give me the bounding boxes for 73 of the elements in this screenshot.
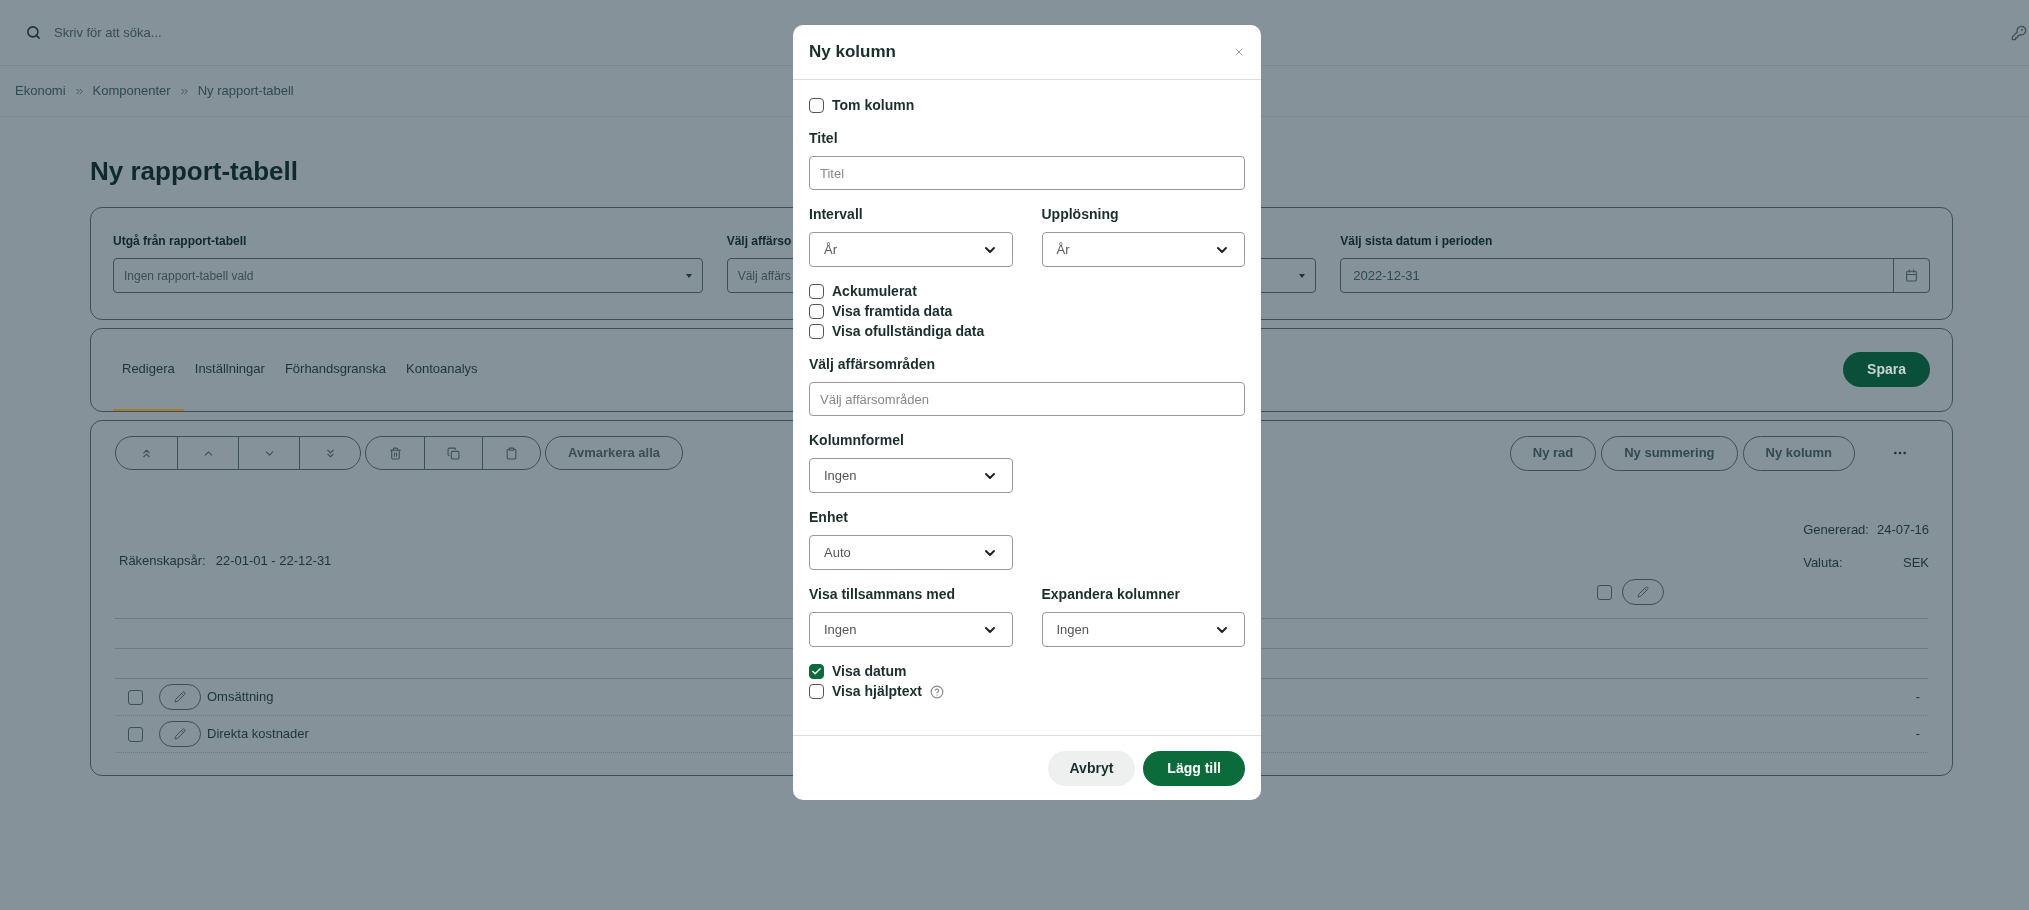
field-label: Visa tillsammans med [809,586,957,603]
copy-icon [447,446,460,460]
checkbox-label: Visa datum [832,662,907,681]
checkbox[interactable] [809,684,824,699]
checkbox[interactable] [809,664,824,679]
search-icon [26,25,41,40]
checkbox[interactable] [809,284,824,299]
currency-label: Valuta: [1803,553,1844,572]
checkbox[interactable] [1597,584,1612,600]
pencil-icon [174,728,186,740]
cancel-button[interactable]: Avbryt [1047,750,1136,786]
select-field[interactable]: Ingen [809,612,1013,647]
trash-icon [388,446,402,460]
save-button[interactable]: Spara [1843,352,1930,387]
pencil-icon [174,691,186,703]
field-label: Välj affärsområden [809,356,937,373]
generated-value: 24-07-16 [1876,521,1929,539]
checkbox[interactable] [809,304,824,319]
fiscal-year-value: 22-01-01 - 22-12-31 [215,551,332,570]
row-value: - [1915,688,1920,707]
filter-label: Utgå från rapport-tabell [113,233,247,250]
tab[interactable]: Redigera [113,349,184,411]
close-icon[interactable] [1233,46,1245,58]
generated-label: Genererad: [1803,521,1869,539]
text-field[interactable]: Titel [809,156,1245,190]
modal-title: Ny kolumn [809,41,896,64]
search-field[interactable]: Skriv för att söka... [54,22,354,43]
checkbox[interactable] [128,689,143,705]
field-label: Upplösning [1041,206,1120,223]
checkbox-label: Tom kolumn [832,96,915,115]
select-field[interactable]: År [809,232,1013,267]
caret-icon [1299,273,1306,278]
check-icon [811,666,822,677]
currency-value: SEK [1902,553,1929,572]
checkbox-label: Ackumulerat [832,282,917,301]
page-title: Ny rapport-tabell [90,155,299,188]
field-label: Kolumnformel [809,432,905,449]
tab[interactable]: Inställningar [185,349,274,411]
breadcrumb-link[interactable]: Ny rapport-tabell [197,81,294,101]
date-field[interactable]: 2022-12-31 [1340,258,1930,293]
checkbox[interactable] [128,726,143,742]
breadcrumb-link[interactable]: Ekonomi [15,81,66,101]
field-label: Intervall [809,206,864,223]
filter-label: Välj affärso [726,233,792,250]
select-field[interactable]: Ingen [1041,612,1245,647]
select-field[interactable]: År [1041,232,1245,267]
filter-label: Välj sista datum i perioden [1340,233,1493,250]
checkbox-label: Visa framtida data [832,302,953,321]
checkbox[interactable] [809,324,824,339]
checkbox-label: Visa hjälptext [832,682,922,701]
tab[interactable]: Förhandsgranska [275,349,396,411]
key-icon[interactable] [2011,24,2027,41]
checkbox[interactable] [809,98,824,113]
text-field[interactable]: Välj affärsområden [809,382,1245,416]
select-field[interactable]: Auto [809,535,1013,570]
field-label: Expandera kolumner [1041,586,1181,603]
select-field[interactable]: Ingen [809,458,1013,493]
row-name: Omsättning [207,688,274,707]
checkbox-label: Visa ofullständiga data [832,322,985,341]
breadcrumb-link[interactable]: Komponenter [92,81,171,101]
tab[interactable]: Kontoanalys [397,349,487,411]
row-name: Direkta kostnader [207,725,309,744]
help-icon[interactable] [930,684,944,699]
field-label: Enhet [809,509,849,526]
calendar-icon[interactable] [1905,269,1918,282]
add-button[interactable]: Lägg till [1143,750,1245,786]
clipboard-icon [505,446,518,460]
row-value: - [1915,725,1920,744]
pencil-icon [1637,586,1649,598]
fiscal-year-label: Räkenskapsår: [119,551,206,570]
caret-icon [685,273,692,278]
field-label: Titel [809,130,839,147]
select-field[interactable]: Ingen rapport-tabell vald [113,258,703,293]
